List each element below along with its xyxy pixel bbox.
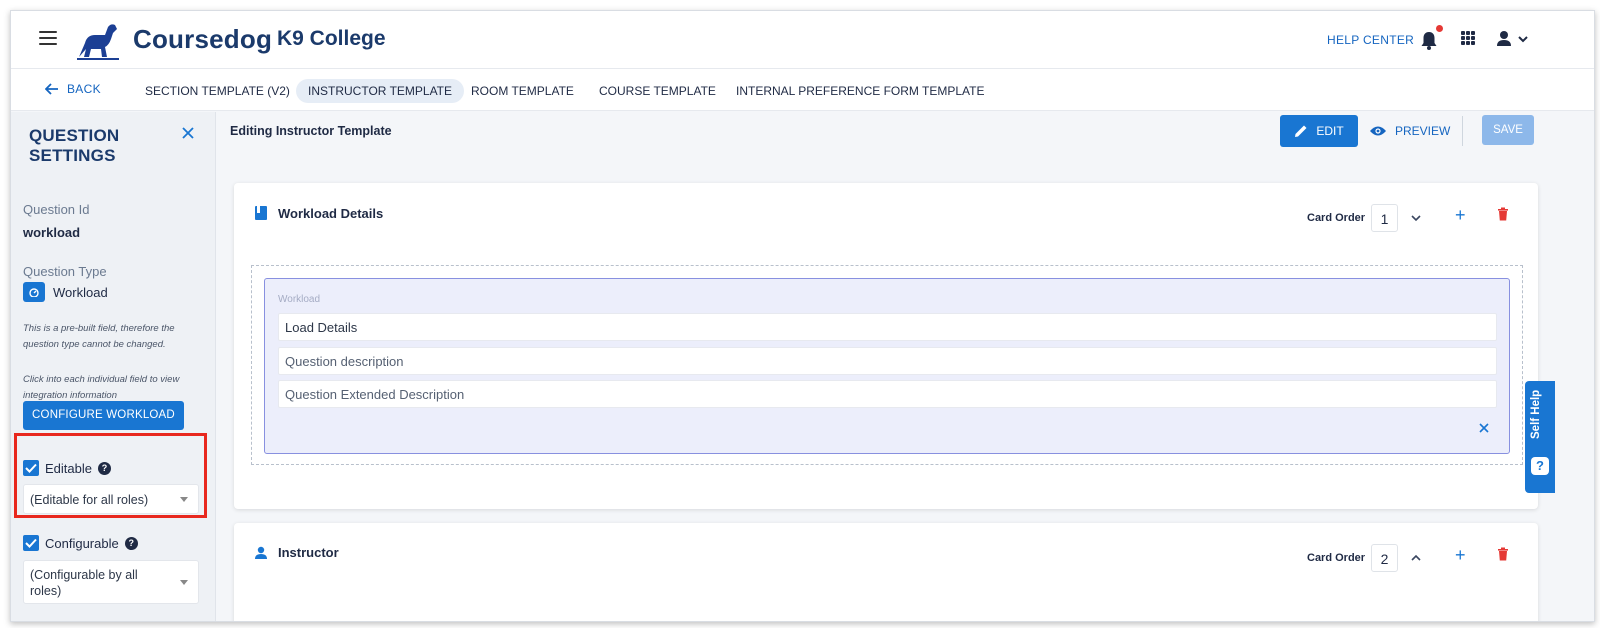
bell-icon[interactable] [1419, 29, 1439, 51]
card-title-text: Workload Details [278, 205, 384, 221]
question-title-field[interactable]: Load Details [278, 313, 1497, 341]
preview-button[interactable]: PREVIEW [1369, 115, 1450, 147]
app-window: Coursedog K9 College HELP CENTER BACK SE… [10, 10, 1595, 622]
trash-icon[interactable] [1497, 207, 1509, 221]
question-type-label: Question Type [23, 264, 107, 279]
edit-label: EDIT [1316, 124, 1344, 138]
configurable-roles-select[interactable]: (Configurable by all roles) [23, 560, 199, 604]
question-type: Workload [23, 282, 108, 302]
brand-name: Coursedog [133, 24, 273, 54]
question-id-label: Question Id [23, 202, 90, 217]
self-help-tab[interactable]: Self Help ? [1525, 381, 1555, 493]
person-icon [255, 546, 267, 559]
pencil-icon [1295, 125, 1307, 137]
help-icon[interactable]: ? [124, 536, 138, 550]
workload-icon [23, 282, 45, 302]
close-icon[interactable] [181, 126, 195, 140]
apps-grid-icon[interactable] [1461, 31, 1475, 45]
question-extended-description-field[interactable]: Question Extended Description [278, 380, 1497, 408]
panel-title: QUESTION SETTINGS [29, 126, 119, 166]
menu-icon[interactable] [39, 31, 57, 45]
tab-instructor-template[interactable]: INSTRUCTOR TEMPLATE [296, 79, 465, 103]
configurable-row: Configurable ? [23, 535, 138, 551]
prebuilt-note: This is a pre-built field, therefore the… [23, 323, 175, 350]
tab-course-template[interactable]: COURSE TEMPLATE [587, 79, 728, 103]
question-type-value: Workload [53, 284, 108, 300]
add-icon[interactable]: + [1455, 546, 1466, 564]
editing-title: Editing Instructor Template [230, 124, 392, 138]
configurable-roles-value: (Configurable by all roles) [30, 568, 138, 598]
configure-workload-button[interactable]: CONFIGURE WORKLOAD [23, 401, 184, 430]
back-label: BACK [67, 82, 101, 96]
self-help-label: Self Help [1530, 389, 1542, 439]
card-title-text: Instructor [278, 545, 339, 560]
help-chat-icon: ? [1531, 457, 1549, 475]
integration-note: Click into each individual field to view… [23, 374, 180, 401]
question-settings-panel: QUESTION SETTINGS Question Id workload Q… [11, 112, 216, 621]
card-order: Card Order 2 [1307, 544, 1399, 572]
arrow-left-icon [45, 83, 58, 95]
chevron-down-icon [1518, 36, 1528, 43]
chevron-up-icon[interactable] [1410, 552, 1422, 564]
trash-icon[interactable] [1497, 547, 1509, 561]
institution-name: K9 College [277, 27, 386, 50]
help-center-link[interactable]: HELP CENTER [1327, 33, 1414, 47]
chevron-down-icon[interactable] [1410, 212, 1422, 224]
user-menu[interactable] [1495, 29, 1535, 49]
configurable-checkbox[interactable] [23, 535, 39, 551]
top-bar: Coursedog K9 College HELP CENTER [11, 11, 1594, 69]
configurable-label: Configurable [45, 535, 119, 551]
card-order-label: Card Order [1307, 552, 1366, 564]
card-title: Workload Details [254, 205, 383, 221]
highlight-box [14, 433, 207, 518]
card-order-input[interactable]: 1 [1371, 204, 1399, 232]
preview-label: PREVIEW [1395, 124, 1451, 138]
add-icon[interactable]: + [1455, 206, 1466, 224]
tab-internal-preference-form-template[interactable]: INTERNAL PREFERENCE FORM TEMPLATE [724, 79, 996, 103]
template-tab-bar: BACK SECTION TEMPLATE (V2) INSTRUCTOR TE… [11, 69, 1594, 111]
toolbar-divider [1462, 116, 1463, 146]
question-description-field[interactable]: Question description [278, 347, 1497, 375]
notification-dot [1436, 25, 1443, 32]
workload-details-card: Workload Details Card Order 1 + Workload… [234, 183, 1538, 509]
tab-room-template[interactable]: ROOM TEMPLATE [459, 79, 586, 103]
book-icon [255, 206, 267, 220]
user-icon [1497, 31, 1511, 46]
card-title: Instructor [254, 545, 339, 560]
dropdown-caret-icon [180, 580, 188, 585]
card-order-label: Card Order [1307, 212, 1366, 224]
workload-question[interactable]: Workload Load Details Question descripti… [264, 278, 1510, 454]
question-id-value: workload [23, 225, 81, 240]
tab-section-template[interactable]: SECTION TEMPLATE (V2) [133, 79, 302, 103]
dog-logo-icon [77, 24, 119, 60]
editor-toolbar: Editing Instructor Template EDIT PREVIEW… [217, 112, 1594, 152]
back-button[interactable]: BACK [45, 82, 101, 96]
close-icon[interactable] [1478, 422, 1490, 434]
question-label: Workload [278, 294, 321, 305]
eye-icon [1370, 126, 1386, 136]
question-dropzone: Workload Load Details Question descripti… [251, 265, 1523, 465]
save-button[interactable]: SAVE [1482, 115, 1534, 145]
card-order-input[interactable]: 2 [1371, 544, 1399, 572]
edit-button[interactable]: EDIT [1280, 115, 1358, 147]
card-order: Card Order 1 [1307, 204, 1399, 232]
panel-title-line2: SETTINGS [29, 146, 116, 165]
instructor-card: Instructor Card Order 2 + [234, 523, 1538, 621]
panel-title-line1: QUESTION [29, 126, 120, 145]
